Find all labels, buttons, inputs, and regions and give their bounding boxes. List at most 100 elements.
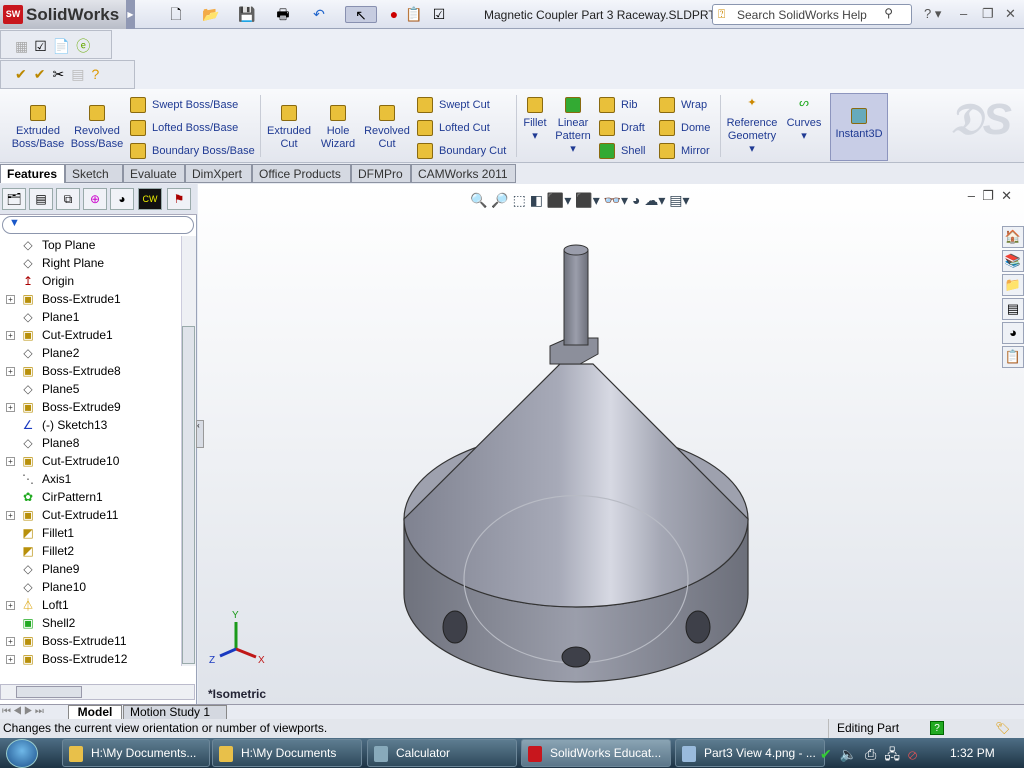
instant3d-button[interactable]: Instant3D	[830, 93, 888, 161]
tab-dfmpro[interactable]: DFMPro	[351, 164, 411, 183]
dfmpro-tab-icon[interactable]: ⚑	[167, 188, 191, 210]
tree-item-label: Right Plane	[42, 256, 105, 270]
search-help-input[interactable]: ⍰ Search SolidWorks Help ⚲	[712, 4, 912, 25]
taskbar-item[interactable]: Calculator	[367, 739, 517, 767]
restore-button[interactable]: ❐	[982, 6, 994, 22]
taskbar-item[interactable]: Part3 View 4.png - ...	[675, 739, 825, 767]
swept-boss-button[interactable]: Swept Boss/Base	[130, 97, 238, 113]
close-button[interactable]: ✕	[1005, 6, 1016, 22]
help-icon[interactable]: ? ▾	[924, 6, 941, 22]
check-lock-icon[interactable]: ✔	[34, 66, 53, 82]
taskbar-item[interactable]: H:\My Documents...	[62, 739, 210, 767]
wrap-button[interactable]: Wrap	[659, 97, 707, 113]
part-model[interactable]: Y X Z	[198, 184, 1024, 704]
expand-icon[interactable]: +	[6, 295, 15, 304]
help-bubble-icon[interactable]: ?	[91, 66, 106, 82]
open-folder-icon[interactable]: 📂	[202, 6, 220, 23]
expand-icon[interactable]: +	[6, 601, 15, 610]
options-icon[interactable]: ☑	[430, 6, 448, 23]
hole-wizard-button[interactable]: Hole Wizard	[318, 105, 358, 151]
check-icon[interactable]: ✔	[15, 66, 34, 82]
select-icon[interactable]: ↖	[345, 6, 377, 23]
scrollbar-thumb[interactable]	[16, 686, 82, 698]
mirror-button[interactable]: Mirror	[659, 143, 710, 159]
undo-icon[interactable]: ↶	[310, 6, 328, 23]
fillet-button[interactable]: Fillet ▾	[520, 97, 550, 143]
taskbar-item[interactable]: H:\My Documents	[212, 739, 362, 767]
expand-icon[interactable]: +	[6, 403, 15, 412]
display-manager-tab-icon[interactable]: ◕	[110, 188, 134, 210]
file-explorer-icon[interactable]: 📁	[1002, 274, 1024, 296]
rebuild-icon[interactable]: ●	[385, 6, 403, 23]
rebuild-tag-icon[interactable]: 🏷	[995, 719, 1010, 738]
expand-icon[interactable]: +	[6, 637, 15, 646]
tab-sketch[interactable]: Sketch	[65, 164, 123, 183]
new-document-icon[interactable]: 🗋	[167, 6, 185, 23]
tree-filter-input[interactable]: ▼	[2, 216, 194, 234]
lofted-cut-button[interactable]: Lofted Cut	[417, 120, 490, 136]
shell-button[interactable]: Shell	[599, 143, 645, 159]
draft-icon	[599, 120, 615, 136]
start-button[interactable]	[6, 739, 38, 768]
camworks-tab-icon[interactable]: CW	[138, 188, 162, 210]
lofted-boss-button[interactable]: Lofted Boss/Base	[130, 120, 238, 136]
solidworks-resources-icon[interactable]: 🏠	[1002, 226, 1024, 248]
print-icon[interactable]: 🖶	[274, 6, 292, 23]
view-palette-icon[interactable]: ▤	[1002, 298, 1024, 320]
edrawings-icon[interactable]: ⓔ	[76, 38, 96, 54]
volume-icon[interactable]: 🔈	[840, 746, 865, 762]
tab-features[interactable]: Features	[0, 164, 65, 183]
tab-camworks[interactable]: CAMWorks 2011	[411, 164, 516, 183]
expand-icon[interactable]: +	[6, 655, 15, 664]
linear-pattern-button[interactable]: Linear Pattern ▾	[553, 97, 593, 156]
draft-button[interactable]: Draft	[599, 120, 645, 136]
taskbar-item-active[interactable]: SolidWorks Educat...	[521, 739, 671, 767]
tab-model[interactable]: Model	[68, 705, 122, 720]
boundary-boss-button[interactable]: Boundary Boss/Base	[130, 143, 255, 159]
swept-cut-button[interactable]: Swept Cut	[417, 97, 490, 113]
tools-icon[interactable]: ✂	[52, 66, 71, 82]
document-icon[interactable]: ▤	[71, 66, 91, 82]
minimize-button[interactable]: –	[960, 6, 967, 21]
save-icon[interactable]: 💾	[238, 6, 256, 23]
graphics-viewport[interactable]: 🔍 🔎 ⬚ ◧ ⬛▾ ⬛▾ 👓▾ ◕ ☁▾ ▤▾ – ❐ ✕ ‹ Y X Z *…	[196, 184, 1024, 704]
tab-dimxpert[interactable]: DimXpert	[185, 164, 252, 183]
expand-icon[interactable]: +	[6, 511, 15, 520]
printer-tray-icon[interactable]: ⎙	[865, 746, 884, 762]
boundary-cut-button[interactable]: Boundary Cut	[417, 143, 506, 159]
scrollbar-thumb[interactable]	[182, 326, 195, 664]
revolved-boss-button[interactable]: Revolved Boss/Base	[70, 105, 124, 151]
network-icon[interactable]: 🖧	[884, 746, 908, 762]
dome-button[interactable]: Dome	[659, 120, 710, 136]
solidworks-logo[interactable]: SW SolidWorks	[0, 0, 126, 29]
reference-geometry-button[interactable]: ✦ Reference Geometry ▾	[724, 97, 780, 156]
rib-button[interactable]: Rib	[599, 97, 638, 113]
magnifier-icon[interactable]: ⚲	[884, 6, 893, 20]
tab-motion-study-1[interactable]: Motion Study 1	[123, 705, 227, 720]
tab-evaluate[interactable]: Evaluate	[123, 164, 185, 183]
expand-icon[interactable]: +	[6, 367, 15, 376]
menu-expand-arrow[interactable]: ▶	[126, 0, 135, 29]
power-icon[interactable]: ⊘	[908, 746, 925, 762]
revolved-cut-button[interactable]: Revolved Cut	[362, 105, 412, 151]
property-manager-tab-icon[interactable]: ▤	[29, 188, 53, 210]
security-check-icon[interactable]: ✔	[820, 746, 840, 762]
configuration-manager-tab-icon[interactable]: ⧉	[56, 188, 80, 210]
design-checker-icon[interactable]: 📄	[53, 38, 76, 54]
appearances-icon[interactable]: ◕	[1002, 322, 1024, 344]
file-properties-icon[interactable]: 📋	[405, 6, 423, 23]
grid-icon[interactable]: ▦	[15, 38, 34, 54]
extruded-boss-button[interactable]: Extruded Boss/Base	[10, 105, 66, 151]
expand-icon[interactable]: +	[6, 457, 15, 466]
tab-office-products[interactable]: Office Products	[252, 164, 351, 183]
custom-properties-icon[interactable]: 📋	[1002, 346, 1024, 368]
expand-icon[interactable]: +	[6, 331, 15, 340]
checklist-icon[interactable]: ☑	[34, 38, 53, 54]
extruded-cut-button[interactable]: Extruded Cut	[264, 105, 314, 151]
feature-manager-tab-icon[interactable]: 🗂	[2, 188, 26, 210]
tab-scroll-arrows[interactable]: ⏮◀▶⏭	[2, 706, 46, 717]
curves-button[interactable]: ᔕ Curves ▾	[784, 97, 824, 143]
design-library-icon[interactable]: 📚	[1002, 250, 1024, 272]
dimxpert-tab-icon[interactable]: ⊕	[83, 188, 107, 210]
quick-tips-icon[interactable]: ?	[930, 721, 944, 735]
